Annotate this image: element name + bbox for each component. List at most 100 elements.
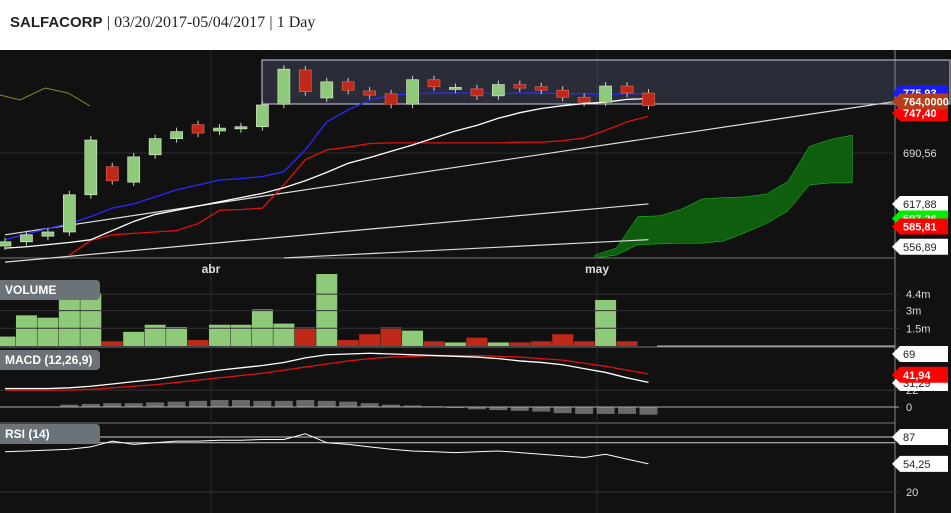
volume-bar xyxy=(530,341,552,346)
candle[interactable] xyxy=(534,86,548,91)
interval: 1 Day xyxy=(276,14,316,31)
volume-tick-label: 3m xyxy=(906,306,921,318)
candle[interactable] xyxy=(599,85,612,103)
symbol: SALFACORP xyxy=(10,14,103,31)
volume-bar xyxy=(15,315,37,346)
candle[interactable] xyxy=(384,93,398,105)
volume-bar xyxy=(423,341,445,346)
candle[interactable] xyxy=(170,131,183,140)
volume-bar xyxy=(487,342,509,346)
macd-value-label: 41,94 xyxy=(903,370,931,382)
candle[interactable] xyxy=(256,104,269,128)
volume-bar xyxy=(552,334,574,346)
candle[interactable] xyxy=(320,81,334,99)
volume-bar xyxy=(58,296,80,346)
macd-title: MACD (12,26,9) xyxy=(5,353,92,367)
candle[interactable] xyxy=(213,127,226,132)
date-range: 03/20/2017-05/04/2017 xyxy=(114,14,266,31)
price-label: 747,40 xyxy=(903,108,937,120)
macd-histogram-bar xyxy=(167,401,186,407)
candle[interactable] xyxy=(556,89,570,98)
macd-histogram-bar xyxy=(639,407,658,415)
macd-histogram-bar xyxy=(296,400,315,407)
candle[interactable] xyxy=(20,234,33,243)
volume-bar xyxy=(509,342,531,346)
x-axis-label: may xyxy=(585,262,609,276)
volume-bar xyxy=(251,309,273,346)
candle[interactable] xyxy=(470,88,484,97)
price-label: 556,89 xyxy=(903,242,937,254)
candle[interactable] xyxy=(127,156,141,183)
candle[interactable] xyxy=(298,69,312,92)
candle[interactable] xyxy=(363,90,376,96)
candle[interactable] xyxy=(84,139,98,196)
price-label: 617,88 xyxy=(903,199,937,211)
candle[interactable] xyxy=(277,68,291,105)
separator: | xyxy=(269,14,273,31)
rsi-value-label: 87 xyxy=(903,432,915,444)
candle[interactable] xyxy=(406,79,419,105)
candle[interactable] xyxy=(191,124,205,134)
volume-bar xyxy=(466,337,488,346)
candle[interactable] xyxy=(577,96,591,103)
stock-chart[interactable]: abrmay775,93747,40764,0000690,56617,8859… xyxy=(0,50,951,513)
rsi-value-label: 54,25 xyxy=(903,459,931,471)
candle[interactable] xyxy=(0,241,12,247)
macd-histogram-bar xyxy=(553,407,572,414)
rsi-tick-label: 20 xyxy=(906,487,918,499)
candle[interactable] xyxy=(234,126,248,130)
macd-histogram-bar xyxy=(317,400,336,407)
volume-bar xyxy=(595,299,617,346)
volume-bar xyxy=(101,341,123,346)
candle[interactable] xyxy=(41,231,55,237)
volume-bar xyxy=(444,342,466,346)
macd-histogram-bar xyxy=(274,400,293,407)
volume-tick-label: 4.4m xyxy=(906,289,930,301)
macd-histogram-bar xyxy=(210,400,229,407)
chart-header: SALFACORP | 03/20/2017-05/04/2017 | 1 Da… xyxy=(10,14,315,32)
candle[interactable] xyxy=(62,194,76,233)
candle[interactable] xyxy=(105,166,119,182)
volume-bar xyxy=(273,323,295,346)
volume-bar xyxy=(616,341,638,346)
volume-title: VOLUME xyxy=(5,283,56,297)
macd-histogram-bar xyxy=(510,407,529,411)
x-axis-label: abr xyxy=(202,262,221,276)
rsi-value-label-tag xyxy=(892,429,948,445)
macd-histogram-bar xyxy=(146,402,165,407)
candle[interactable] xyxy=(620,85,634,94)
price-label: 690,56 xyxy=(903,148,937,160)
volume-tick-label: 1.5m xyxy=(906,323,930,335)
macd-histogram-bar xyxy=(339,401,358,407)
volume-bar xyxy=(187,340,209,346)
candle[interactable] xyxy=(427,79,441,88)
volume-bar xyxy=(573,341,595,346)
macd-histogram-bar xyxy=(103,403,122,407)
macd-histogram-bar xyxy=(189,400,208,407)
candle[interactable] xyxy=(642,92,655,107)
macd-value-label: 69 xyxy=(903,349,915,361)
separator: | xyxy=(106,14,110,31)
volume-bar xyxy=(337,340,359,346)
rsi-title: RSI (14) xyxy=(5,427,50,441)
candle[interactable] xyxy=(492,84,505,97)
macd-histogram-bar xyxy=(618,407,637,414)
volume-bar xyxy=(294,327,316,346)
volume-bar xyxy=(166,327,188,346)
macd-histogram-bar xyxy=(360,403,379,407)
volume-bar xyxy=(380,327,402,346)
macd-histogram-bar xyxy=(124,403,143,407)
candle[interactable] xyxy=(341,81,355,91)
macd-histogram-bar xyxy=(231,400,250,407)
candle[interactable] xyxy=(513,84,527,89)
macd-histogram-bar xyxy=(575,407,594,414)
candle[interactable] xyxy=(148,138,162,156)
macd-histogram-bar xyxy=(596,407,615,414)
volume-bar xyxy=(402,330,424,346)
macd-histogram-bar xyxy=(253,400,272,407)
volume-bar xyxy=(359,334,381,346)
candle[interactable] xyxy=(449,87,462,90)
price-label: 764,0000 xyxy=(903,96,949,108)
macd-histogram-bar xyxy=(532,407,551,412)
macd-tick-label: 0 xyxy=(906,402,912,414)
